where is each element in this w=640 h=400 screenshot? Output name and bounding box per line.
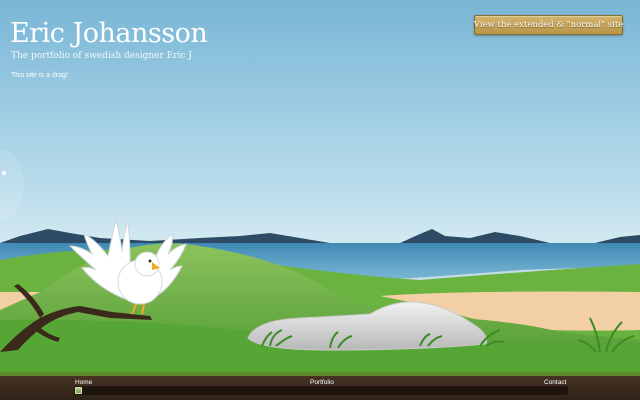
site-title: Eric Johansson: [10, 18, 208, 49]
footer-grass-strip: [0, 372, 640, 376]
scroll-track[interactable]: [74, 386, 568, 395]
drag-note: This site is a drag!: [11, 72, 68, 79]
nav-portfolio[interactable]: Portfolio: [310, 379, 334, 386]
nav-home[interactable]: Home: [75, 379, 92, 386]
view-extended-site-button[interactable]: View the extended & "normal" site: [474, 15, 623, 35]
drag-handle-icon: [2, 171, 6, 175]
scroll-thumb[interactable]: [75, 387, 82, 394]
site-subtitle: The portfolio of swedish designer Eric J: [11, 51, 192, 61]
nav-contact[interactable]: Contact: [544, 379, 566, 386]
